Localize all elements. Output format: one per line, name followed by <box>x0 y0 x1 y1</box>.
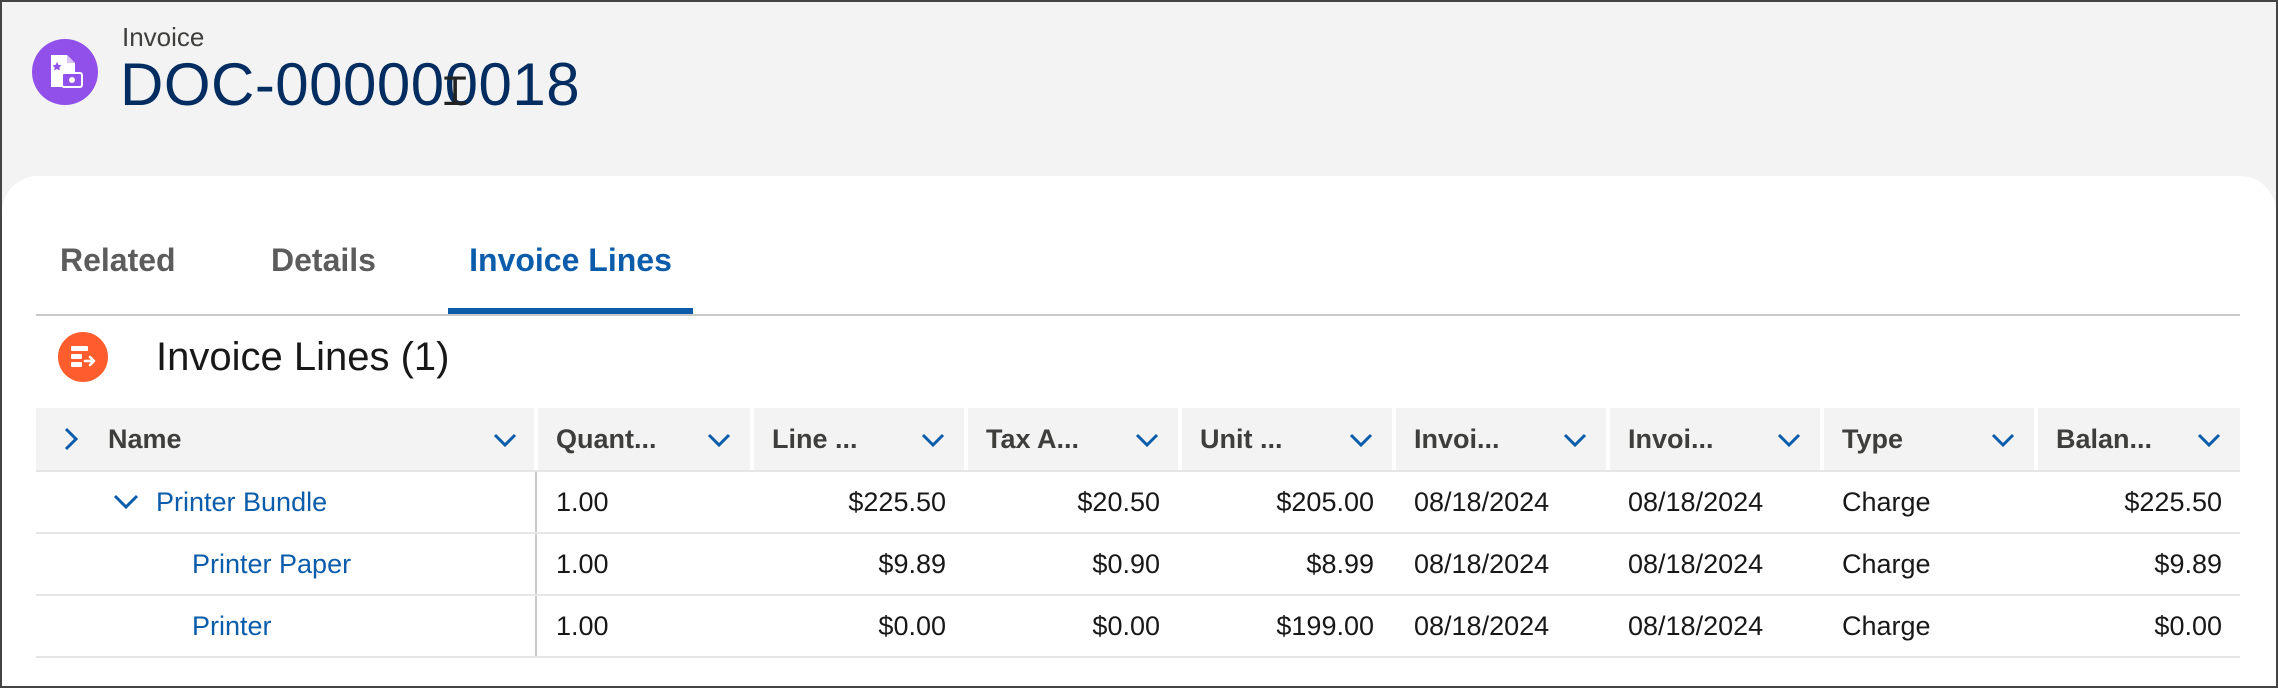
collapse-row-button[interactable] <box>112 472 152 532</box>
chevron-down-icon[interactable] <box>2196 427 2222 458</box>
text-cursor-icon: Ɪ <box>444 69 467 115</box>
cell-invoice-date-1: 08/18/2024 <box>1414 610 1550 641</box>
column-header-label: Invoi... <box>1628 423 1714 454</box>
cell-balance: $0.00 <box>2154 610 2222 641</box>
cell-balance: $9.89 <box>2154 548 2222 579</box>
grid-header-row: Name Quant... Line ... Tax A... Unit ...… <box>36 408 2240 472</box>
chevron-down-icon[interactable] <box>1990 427 2016 458</box>
chevron-down-icon[interactable] <box>1348 427 1374 458</box>
tab-related[interactable]: Related <box>60 206 176 314</box>
tab-invoice-lines[interactable]: Invoice Lines <box>448 206 693 314</box>
cell-tax-amount: $0.90 <box>1092 548 1160 579</box>
table-row: Printer Paper 1.00 $9.89 $0.90 $8.99 08/… <box>36 534 2240 596</box>
chevron-down-icon[interactable] <box>492 427 518 458</box>
column-header-label: Name <box>108 423 182 454</box>
invoice-lines-grid: Name Quant... Line ... Tax A... Unit ...… <box>36 408 2240 658</box>
record-title[interactable]: DOC-000000018 <box>120 50 580 119</box>
cell-invoice-date-1: 08/18/2024 <box>1414 548 1550 579</box>
invoice-icon <box>32 39 98 105</box>
record-type-label: Invoice <box>122 22 205 52</box>
column-header-tax-amount[interactable]: Tax A... <box>968 408 1178 470</box>
cell-balance: $225.50 <box>2124 486 2222 517</box>
tab-details[interactable]: Details <box>271 206 376 314</box>
cell-invoice-date-2: 08/18/2024 <box>1628 610 1764 641</box>
column-header-label: Type <box>1842 423 1904 454</box>
column-header-label: Tax A... <box>986 423 1080 454</box>
column-header-label: Unit ... <box>1200 423 1283 454</box>
cell-quantity: 1.00 <box>556 548 609 579</box>
cell-invoice-date-2: 08/18/2024 <box>1628 486 1764 517</box>
row-name-link[interactable]: Printer Bundle <box>156 472 526 532</box>
cell-invoice-date-1: 08/18/2024 <box>1414 486 1550 517</box>
invoice-lines-icon <box>58 332 108 382</box>
column-header-type[interactable]: Type <box>1824 408 2034 470</box>
section-title: Invoice Lines (1) <box>156 335 450 379</box>
column-header-line-amount[interactable]: Line ... <box>754 408 964 470</box>
record-card: Related Details Invoice Lines Invoice Li… <box>2 176 2276 686</box>
column-header-quantity[interactable]: Quant... <box>538 408 750 470</box>
column-header-unit-price[interactable]: Unit ... <box>1182 408 1392 470</box>
cell-tax-amount: $0.00 <box>1092 610 1160 641</box>
column-header-label: Balan... <box>2056 423 2153 454</box>
chevron-down-icon[interactable] <box>920 427 946 458</box>
chevron-down-icon[interactable] <box>1776 427 1802 458</box>
app-frame: Invoice DOC-000000018 Ɪ Related Details … <box>0 0 2278 688</box>
tab-bar: Related Details Invoice Lines <box>36 206 2240 316</box>
table-row: Printer 1.00 $0.00 $0.00 $199.00 08/18/2… <box>36 596 2240 658</box>
column-header-name[interactable]: Name <box>90 408 536 470</box>
chevron-down-icon[interactable] <box>1562 427 1588 458</box>
row-name-link[interactable]: Printer <box>192 596 526 656</box>
table-row: Printer Bundle 1.00 $225.50 $20.50 $205.… <box>36 472 2240 534</box>
cell-quantity: 1.00 <box>556 486 609 517</box>
cell-line-amount: $225.50 <box>848 486 946 517</box>
column-header-invoice-date-1[interactable]: Invoi... <box>1396 408 1606 470</box>
cell-type: Charge <box>1842 610 1931 641</box>
cell-line-amount: $9.89 <box>878 548 946 579</box>
cell-quantity: 1.00 <box>556 610 609 641</box>
row-name-link[interactable]: Printer Paper <box>192 534 526 594</box>
column-header-invoice-date-2[interactable]: Invoi... <box>1610 408 1820 470</box>
cell-invoice-date-2: 08/18/2024 <box>1628 548 1764 579</box>
cell-unit-price: $8.99 <box>1306 548 1374 579</box>
column-header-label: Invoi... <box>1414 423 1500 454</box>
column-header-label: Line ... <box>772 423 858 454</box>
cell-type: Charge <box>1842 486 1931 517</box>
cell-type: Charge <box>1842 548 1931 579</box>
chevron-down-icon[interactable] <box>1134 427 1160 458</box>
cell-unit-price: $205.00 <box>1276 486 1374 517</box>
column-header-label: Quant... <box>556 423 657 454</box>
chevron-down-icon[interactable] <box>706 427 732 458</box>
cell-tax-amount: $20.50 <box>1077 486 1160 517</box>
column-header-balance[interactable]: Balan... <box>2038 408 2240 470</box>
cell-unit-price: $199.00 <box>1276 610 1374 641</box>
cell-line-amount: $0.00 <box>878 610 946 641</box>
